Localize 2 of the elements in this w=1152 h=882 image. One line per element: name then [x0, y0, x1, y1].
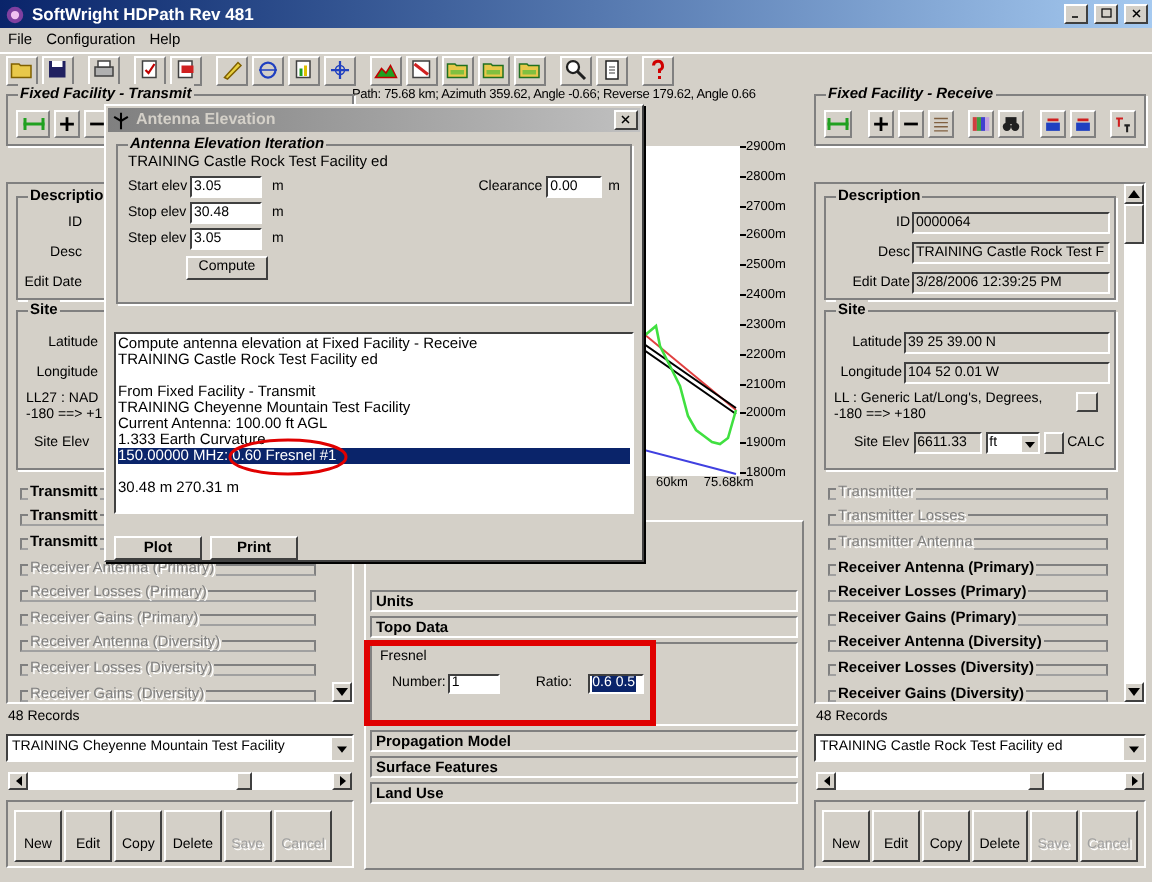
dialog-title: Antenna Elevation — [136, 112, 278, 128]
window-title: SoftWright HDPath Rev 481 — [32, 4, 254, 24]
